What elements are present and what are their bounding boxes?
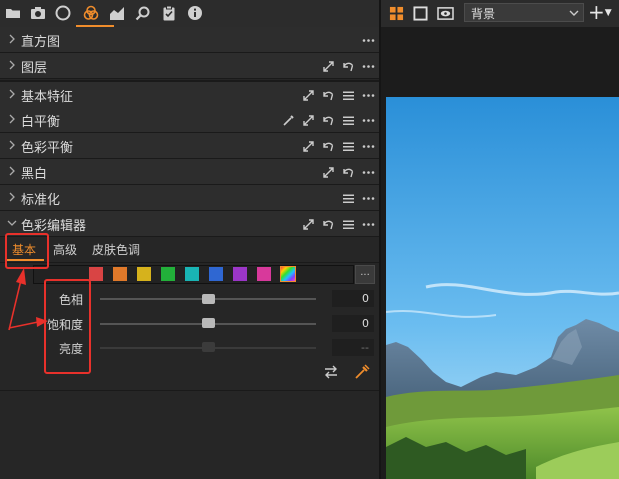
reset-icon[interactable] <box>322 89 335 102</box>
tool-row-color-balance[interactable]: 色彩平衡 <box>0 133 381 159</box>
reset-icon[interactable] <box>322 140 335 153</box>
lens-icon[interactable] <box>54 4 72 22</box>
expand-icon[interactable] <box>302 218 315 231</box>
info-icon[interactable] <box>186 4 204 22</box>
menu-icon[interactable] <box>342 89 355 102</box>
tool-row-histogram[interactable]: 直方图 <box>0 27 381 53</box>
tool-title: 图层 <box>21 61 48 76</box>
divider <box>0 390 381 391</box>
chevron-right-icon[interactable] <box>6 88 18 100</box>
chevron-right-icon[interactable] <box>6 59 18 71</box>
more-icon[interactable] <box>362 114 375 127</box>
hue-slider-thumb[interactable] <box>201 294 215 304</box>
reset-icon[interactable] <box>342 166 355 179</box>
grid-icon[interactable] <box>387 4 405 22</box>
more-icon[interactable] <box>362 140 375 153</box>
lightness-slider-thumb <box>201 342 215 352</box>
more-icon[interactable] <box>362 34 375 47</box>
background-select-value: 背景 <box>471 7 496 21</box>
tool-row-layers[interactable]: 图层 <box>0 53 381 79</box>
expand-icon[interactable] <box>322 60 335 73</box>
background-select[interactable]: 背景 <box>464 3 584 22</box>
reset-icon[interactable] <box>322 218 335 231</box>
tab-skin-tone[interactable]: 皮肤色调 <box>92 241 140 258</box>
exposure-icon[interactable] <box>108 4 126 22</box>
chevron-down-icon: ▼ <box>604 8 612 18</box>
swatch-magenta[interactable] <box>257 267 271 281</box>
chevron-right-icon[interactable] <box>6 191 18 203</box>
add-icon: + <box>588 0 605 24</box>
swatch-orange[interactable] <box>113 267 127 281</box>
tool-row-black-white[interactable]: 黑白 <box>0 159 381 185</box>
tab-advanced[interactable]: 高级 <box>53 241 77 258</box>
camera-icon[interactable] <box>29 4 47 22</box>
clipboard-icon[interactable] <box>160 4 178 22</box>
tool-row-normalize[interactable]: 标准化 <box>0 185 381 211</box>
more-icon[interactable] <box>362 89 375 102</box>
tool-row-base-characteristics[interactable]: 基本特征 <box>0 80 381 108</box>
chevron-down-icon <box>569 10 579 16</box>
tool-title: 色彩编辑器 <box>21 219 87 234</box>
chevron-right-icon[interactable] <box>6 165 18 177</box>
photo-preview <box>386 97 619 479</box>
reset-icon[interactable] <box>322 114 335 127</box>
expand-icon[interactable] <box>302 140 315 153</box>
add-button[interactable]: +▼ <box>588 1 616 23</box>
picker-icon[interactable] <box>282 114 295 127</box>
tool-row-color-editor[interactable]: 色彩编辑器 <box>0 211 381 237</box>
folder-icon[interactable] <box>4 4 22 22</box>
swatch-red[interactable] <box>89 267 103 281</box>
swatch-green[interactable] <box>161 267 175 281</box>
more-icon[interactable] <box>362 218 375 231</box>
menu-icon[interactable] <box>342 192 355 205</box>
more-icon[interactable] <box>362 166 375 179</box>
more-icon[interactable] <box>362 192 375 205</box>
swatch-purple[interactable] <box>233 267 247 281</box>
viewer-background <box>381 27 619 97</box>
swatch-yellow[interactable] <box>137 267 151 281</box>
expand-icon[interactable] <box>302 89 315 102</box>
saturation-value-input[interactable]: 0 <box>332 315 374 332</box>
search-icon[interactable] <box>134 4 152 22</box>
chevron-right-icon[interactable] <box>6 139 18 151</box>
tool-title: 标准化 <box>21 193 61 208</box>
menu-icon[interactable] <box>342 140 355 153</box>
swap-icon[interactable] <box>323 364 339 380</box>
tool-title: 直方图 <box>21 35 61 50</box>
color-editor-tabs: 基本 高级 皮肤色调 <box>0 236 381 260</box>
expand-icon[interactable] <box>322 166 335 179</box>
tool-title: 黑白 <box>21 167 48 182</box>
menu-icon[interactable] <box>342 218 355 231</box>
chevron-right-icon[interactable] <box>6 113 18 125</box>
more-button[interactable]: ... <box>355 265 375 284</box>
reset-icon[interactable] <box>342 60 355 73</box>
more-icon[interactable] <box>362 60 375 73</box>
eye-icon[interactable] <box>436 4 454 22</box>
color-picker-icon[interactable] <box>354 364 370 381</box>
tool-title: 白平衡 <box>21 115 61 130</box>
color-icon[interactable] <box>82 4 100 22</box>
swatch-cyan[interactable] <box>185 267 199 281</box>
tool-tab-bar <box>0 0 381 28</box>
annotation-arrows <box>8 268 48 331</box>
expand-icon[interactable] <box>302 114 315 127</box>
swatch-blue[interactable] <box>209 267 223 281</box>
saturation-slider-thumb[interactable] <box>201 318 215 328</box>
tool-panel: 直方图 图层 基本特征 白平衡 色彩平衡 黑白 标准化 色彩编辑器 基本 高级 … <box>0 0 381 479</box>
tool-row-white-balance[interactable]: 白平衡 <box>0 107 381 133</box>
rainbow-picker-icon[interactable] <box>280 266 296 282</box>
tool-title: 色彩平衡 <box>21 141 74 156</box>
chevron-right-icon[interactable] <box>6 33 18 45</box>
lightness-value-input: -- <box>332 339 374 356</box>
chevron-down-icon[interactable] <box>6 217 18 229</box>
single-view-icon[interactable] <box>411 4 429 22</box>
tool-title: 基本特征 <box>21 90 74 105</box>
hue-value-input[interactable]: 0 <box>332 290 374 307</box>
menu-icon[interactable] <box>342 114 355 127</box>
